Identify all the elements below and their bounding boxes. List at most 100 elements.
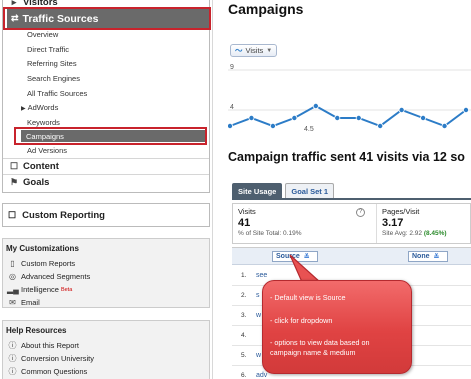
pages-sub-delta: (8.45%) (423, 230, 447, 237)
help-icon: ⓘ (8, 367, 17, 376)
data-point[interactable] (269, 123, 276, 130)
sidebar: ▸ Visitors ⇄ Traffic Sources Overview Di… (0, 0, 213, 379)
row-source[interactable]: w (256, 312, 261, 319)
callout-line-1: - Default view is Source (270, 293, 346, 302)
row-source[interactable]: adv (256, 372, 267, 379)
data-point[interactable] (462, 107, 469, 114)
document-icon: ▯ (10, 259, 15, 268)
conversion-university-label: Conversion University (21, 354, 94, 363)
bar-chart-icon: ▂▄ (7, 285, 19, 294)
my-customizations-panel: My Customizations ▯ Custom Reports ◎ Adv… (2, 238, 210, 308)
nav-all-traffic-sources[interactable]: All Traffic Sources (27, 89, 87, 98)
callout-line-3b: campaign name & medium (270, 348, 356, 357)
chevron-down-icon: ≚ (433, 253, 440, 261)
nav-referring-sites[interactable]: Referring Sites (27, 59, 77, 68)
custom-reports-label: Custom Reports (21, 259, 76, 268)
expand-triangle-icon: ▶ (21, 106, 26, 112)
email-label: Email (21, 298, 40, 307)
data-point[interactable] (228, 123, 233, 129)
section-title: Campaign traffic sent 41 visits via 12 s… (228, 150, 465, 164)
data-point[interactable] (398, 107, 405, 114)
visits-metric: Visits 41 % of Site Total: 0.19% (233, 204, 376, 243)
about-report-label: About this Report (21, 341, 79, 350)
page-title: Campaigns (228, 1, 304, 17)
data-point[interactable] (291, 115, 298, 122)
callout-line-3a: - options to view data based on (270, 338, 370, 347)
nav-divider (3, 174, 209, 175)
email-icon: ✉ (9, 298, 16, 307)
beta-badge: Beta (60, 286, 73, 293)
tab-site-usage[interactable]: Site Usage (232, 183, 283, 199)
visits-metric-sub: % of Site Total: 0.19% (238, 230, 302, 237)
row-index: 4. (241, 332, 247, 339)
data-point[interactable] (334, 115, 341, 122)
nav-goals-label: Goals (23, 177, 50, 188)
my-customizations-title: My Customizations (6, 244, 79, 253)
nav-adwords-label: AdWords (27, 103, 59, 112)
custom-reports-link[interactable]: ▯ Custom Reports (3, 257, 209, 270)
row-index: 6. (241, 372, 247, 379)
help-resources-panel: Help Resources ⓘ About this Report ⓘ Con… (2, 320, 210, 379)
nav-content[interactable]: ☐ Content (7, 161, 213, 172)
data-point[interactable] (248, 115, 255, 122)
about-report-link[interactable]: ⓘ About this Report (3, 339, 209, 352)
data-point[interactable] (355, 115, 362, 122)
row-index: 2. (241, 292, 247, 299)
chart-svg (228, 69, 471, 130)
intelligence-link[interactable]: ▂▄ Intelligence Beta (3, 283, 209, 296)
nav-search-engines[interactable]: Search Engines (27, 74, 80, 83)
advanced-segments-link[interactable]: ◎ Advanced Segments (3, 270, 209, 283)
segments-icon: ◎ (9, 272, 16, 281)
advanced-segments-label: Advanced Segments (21, 272, 91, 281)
data-point[interactable] (420, 115, 427, 122)
help-icon: ⓘ (8, 341, 17, 350)
nav-content-label: Content (23, 161, 59, 172)
intelligence-label: Intelligence (21, 285, 59, 294)
row-source[interactable]: see (256, 272, 267, 279)
nav-direct-traffic[interactable]: Direct Traffic (27, 45, 69, 54)
custom-reporting-label: Custom Reporting (22, 209, 105, 221)
secondary-dimension-dropdown[interactable]: None ≚ (408, 251, 448, 262)
data-point[interactable] (377, 123, 384, 130)
custom-reporting-icon: ☐ (8, 209, 17, 220)
nav-divider (3, 158, 209, 159)
visits-metric-value: 41 (238, 217, 251, 229)
tab-underline (232, 198, 471, 200)
flag-icon: ⚑ (9, 177, 19, 187)
custom-reporting-link[interactable]: ☐ Custom Reporting (2, 203, 210, 227)
callout-line-2: - click for dropdown (270, 316, 333, 325)
common-questions-link[interactable]: ⓘ Common Questions (3, 365, 209, 378)
traffic-sources-highlight (3, 7, 211, 30)
common-questions-label: Common Questions (21, 367, 88, 376)
content-icon: ☐ (9, 161, 19, 171)
help-icon: ⓘ (8, 354, 17, 363)
nav-overview[interactable]: Overview (27, 30, 58, 39)
campaigns-highlight (14, 127, 207, 145)
pages-sub-prefix: Site Avg: 2.92 (382, 230, 422, 237)
pages-metric-value: 3.17 (382, 217, 404, 229)
nav-keywords[interactable]: Keywords (27, 118, 60, 127)
data-point[interactable] (312, 103, 319, 110)
pages-per-visit-metric: Pages/Visit 3.17 Site Avg: 2.92 (8.45%) (376, 204, 471, 243)
secondary-dimension-label: None (412, 253, 430, 260)
tab-goal-set-1[interactable]: Goal Set 1 (285, 183, 335, 199)
row-source[interactable]: w (256, 352, 261, 359)
row-index: 5. (241, 352, 247, 359)
chart-point-label: 4.5 (304, 126, 314, 133)
data-point[interactable] (441, 123, 448, 130)
annotation-callout: - Default view is Source - click for dro… (262, 280, 412, 374)
pages-metric-sub: Site Avg: 2.92 (8.45%) (382, 230, 467, 237)
metrics-summary: Visits 41 % of Site Total: 0.19% ? Pages… (232, 203, 471, 244)
pages-metric-label: Pages/Visit (382, 207, 420, 216)
table-header: Source ≚ None ≚ (232, 248, 471, 265)
row-source[interactable]: s (256, 292, 260, 299)
help-resources-title: Help Resources (6, 326, 67, 335)
nav-goals[interactable]: ⚑ Goals (7, 177, 213, 188)
email-link[interactable]: ✉ Email (3, 296, 209, 309)
series-line (229, 104, 467, 128)
nav-ad-versions[interactable]: Ad Versions (27, 146, 67, 155)
visits-metric-label: Visits (238, 207, 256, 216)
conversion-university-link[interactable]: ⓘ Conversion University (3, 352, 209, 365)
question-icon[interactable]: ? (356, 208, 365, 217)
nav-adwords[interactable]: ▶ AdWords (21, 103, 58, 112)
